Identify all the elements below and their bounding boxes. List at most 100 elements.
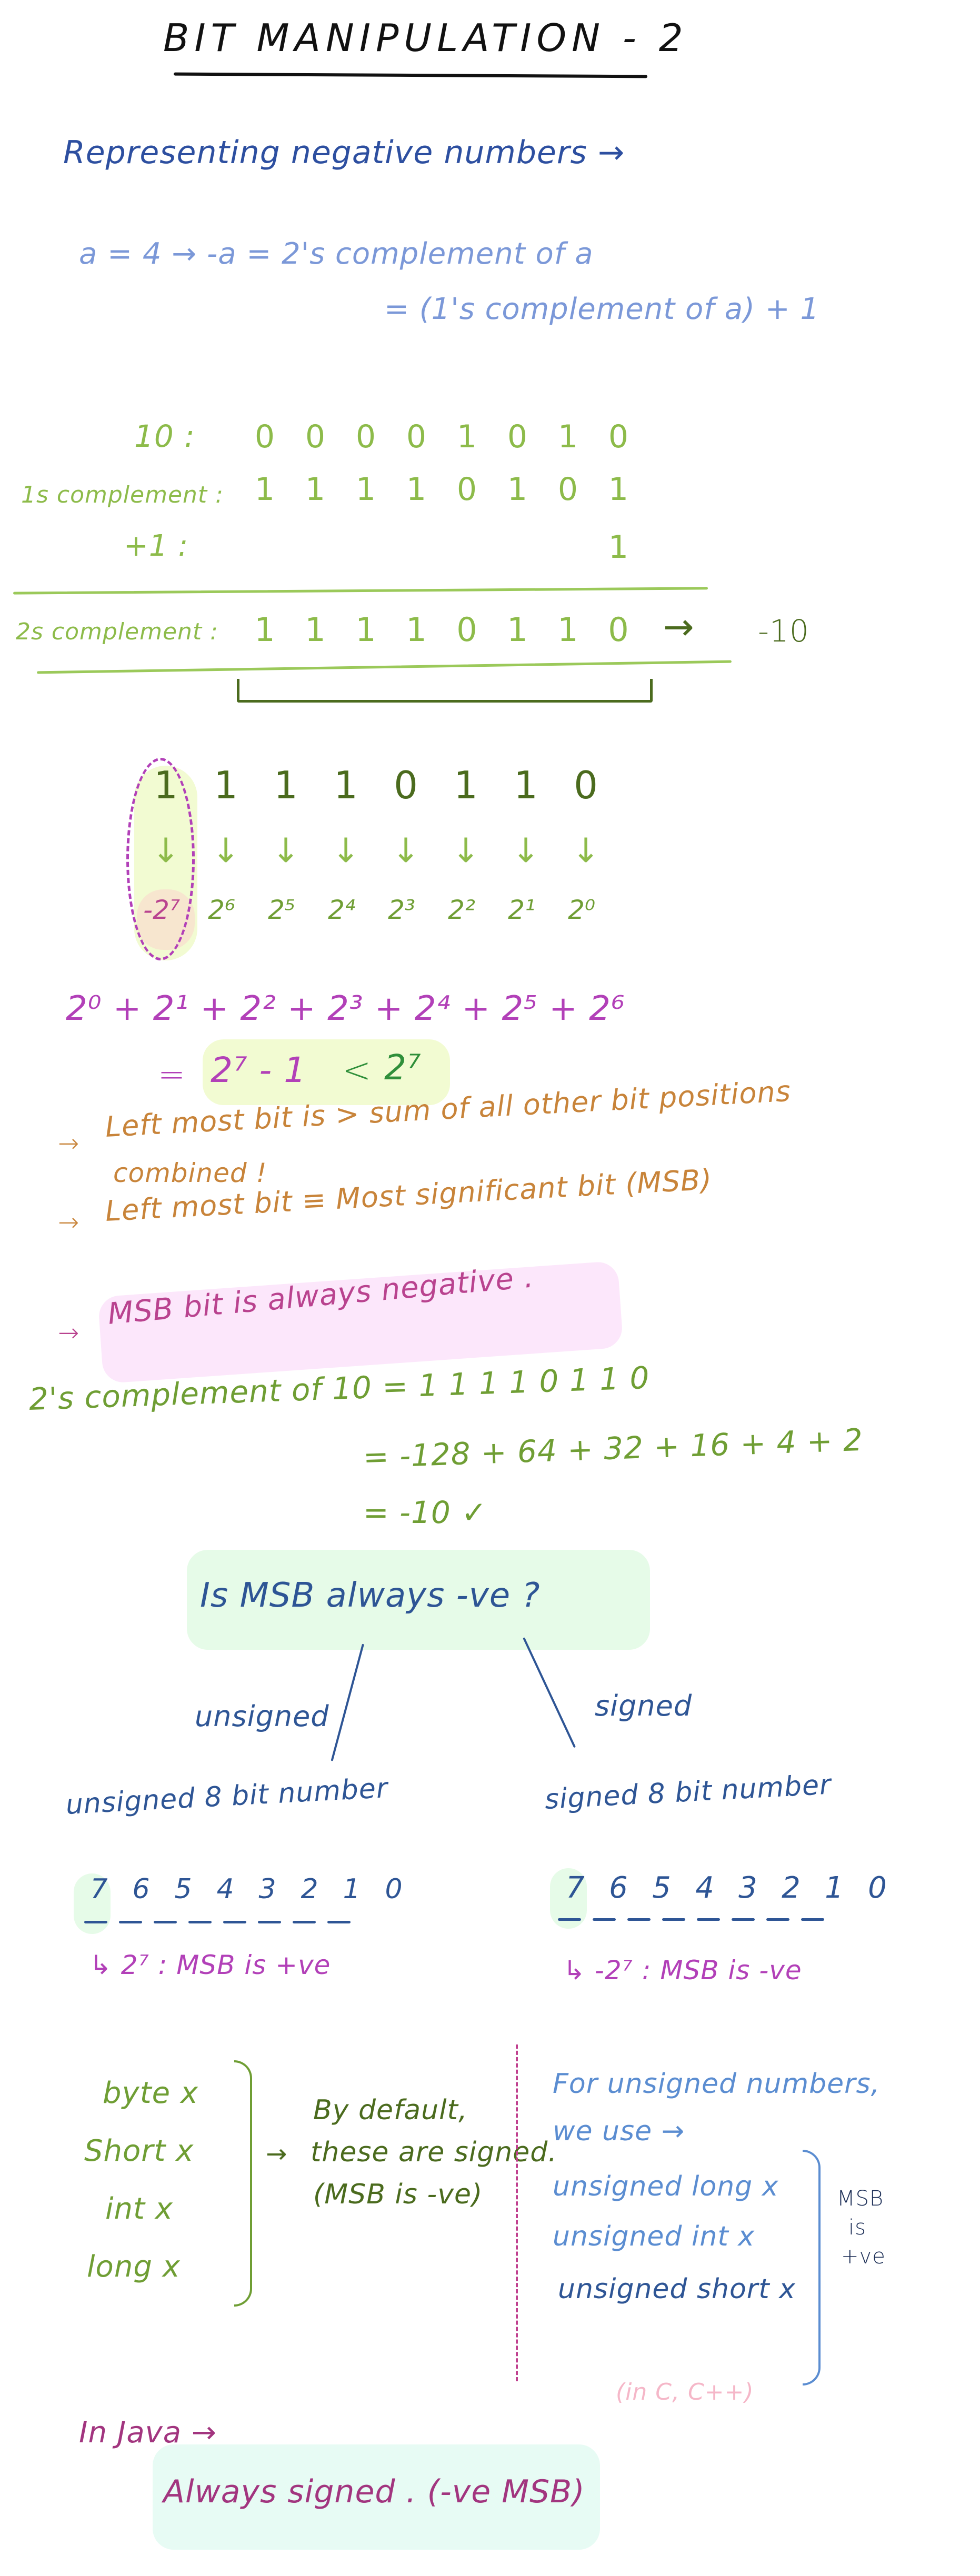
types-desc-2: these are signed.: [311, 2137, 557, 2168]
bit: 1: [608, 529, 629, 566]
type-long: long x: [87, 2250, 181, 2284]
bit: [492, 529, 543, 566]
types-arrow-icon: →: [266, 2139, 287, 2169]
bit: 0: [394, 763, 418, 807]
down-arrow-icon: ↓: [332, 831, 360, 870]
weight: 2³: [388, 895, 415, 925]
position: 1: [825, 1871, 844, 1905]
position: 1: [343, 1873, 361, 1905]
bit: 1: [406, 610, 427, 649]
bit: 0: [456, 471, 477, 508]
weight: 2²: [448, 895, 475, 925]
side-note-1: MSB: [837, 2187, 884, 2211]
type-byte: byte x: [103, 2076, 199, 2110]
bit: 0: [608, 610, 629, 649]
note-arrow-icon: →: [58, 1129, 80, 1158]
sum-line-top: [13, 587, 708, 595]
types-desc-3: (MSB is -ve): [313, 2179, 483, 2210]
row-label-plus-one: +1 :: [124, 529, 189, 563]
bit: 1: [355, 610, 376, 649]
position: 2: [782, 1871, 801, 1905]
bit: 1: [557, 610, 578, 649]
unsigned-heading: unsigned 8 bit number: [65, 1772, 389, 1821]
sum-expression: 2⁰ + 2¹ + 2² + 2³ + 2⁴ + 2⁵ + 2⁶: [66, 989, 625, 1028]
weight: 2⁶: [208, 895, 235, 925]
weight-arrows-row: ↓ ↓ ↓ ↓ ↓ ↓ ↓ ↓: [136, 831, 616, 870]
sum-equals: =: [158, 1055, 186, 1094]
unsigned-intro-2: we use →: [553, 2116, 685, 2147]
weight: 2⁵: [268, 895, 295, 925]
bits-row-2s-complement: 1 1 1 1 0 1 1 0: [239, 610, 644, 649]
verify-line-2: = -128 + 64 + 32 + 16 + 4 + 2: [362, 1421, 864, 1475]
types-desc-1: By default,: [313, 2094, 468, 2126]
result-arrow-icon: →: [663, 605, 694, 648]
bit: 1: [608, 471, 629, 508]
section-divider: [516, 2044, 518, 2381]
note-arrow-icon: →: [58, 1208, 80, 1237]
bit: 1: [305, 471, 326, 508]
bit: 1: [454, 763, 478, 807]
lang-note: (in C, C++): [616, 2379, 754, 2405]
position: 6: [132, 1873, 150, 1905]
weights-row: -2⁷ 2⁶ 2⁵ 2⁴ 2³ 2² 2¹ 2⁰: [132, 895, 612, 925]
weight: 2⁰: [568, 895, 595, 925]
branch-unsigned: unsigned: [195, 1700, 329, 1733]
unsigned-positions: 7 6 5 4 3 2 1 0: [78, 1873, 415, 1905]
position: 6: [609, 1871, 628, 1905]
page-title: BIT MANIPULATION - 2: [163, 16, 688, 60]
position: 0: [385, 1873, 403, 1905]
bit: [391, 529, 442, 566]
row-label-10: 10 :: [134, 418, 195, 454]
bit: [341, 529, 391, 566]
position: 5: [652, 1871, 671, 1905]
bit: 0: [305, 418, 326, 455]
signed-heading: signed 8 bit number: [544, 1769, 832, 1816]
down-arrow-icon: ↓: [512, 831, 540, 870]
side-note-2: is: [848, 2216, 866, 2240]
bit: 1: [507, 471, 528, 508]
bit: 1: [456, 418, 477, 455]
down-arrow-icon: ↓: [152, 831, 180, 870]
position: 0: [868, 1871, 887, 1905]
branch-signed: signed: [595, 1689, 693, 1722]
weight: 2⁴: [328, 895, 355, 925]
position: 2: [301, 1873, 318, 1905]
bit: 0: [608, 418, 629, 455]
signed-note: ↳ -2⁷ : MSB is -ve: [563, 1955, 802, 1986]
bit: 1: [514, 763, 538, 807]
unsigned-bit-slots: [84, 1921, 362, 1923]
down-arrow-icon: ↓: [452, 831, 480, 870]
less-than: <: [342, 1050, 372, 1090]
unsigned-type-long: unsigned long x: [553, 2171, 779, 2202]
position: 3: [258, 1873, 276, 1905]
row-label-1s-complement: 1s complement :: [21, 482, 224, 508]
bits-row-10: 0 0 0 0 1 0 1 0: [239, 418, 644, 455]
row-label-2s-complement: 2s complement :: [16, 618, 218, 645]
down-arrow-icon: ↓: [212, 831, 240, 870]
position: 4: [695, 1871, 714, 1905]
result-value: -10: [758, 613, 809, 649]
bit: 1: [406, 471, 427, 508]
question-text: Is MSB always -ve ?: [200, 1576, 541, 1615]
bit: [543, 529, 593, 566]
bits-row-plus-one: 1: [239, 529, 644, 566]
position: 3: [738, 1871, 757, 1905]
bit: [442, 529, 492, 566]
unsigned-type-int: unsigned int x: [553, 2221, 755, 2252]
side-note-3: +ve: [841, 2244, 886, 2269]
sum-result: 2⁷ - 1: [211, 1050, 307, 1090]
bit: 0: [557, 471, 578, 508]
signed-positions: 7 6 5 4 3 2 1 0: [554, 1871, 899, 1905]
position: 7: [566, 1871, 585, 1905]
bit: [239, 529, 290, 566]
section-heading: Representing negative numbers →: [63, 134, 625, 171]
grouping-bracket: [237, 679, 653, 703]
bit: 0: [507, 418, 528, 455]
bit: 1: [214, 763, 238, 807]
bit: 1: [254, 610, 275, 649]
position: 4: [216, 1873, 234, 1905]
weight-bits-row: 1 1 1 1 0 1 1 0: [136, 763, 616, 807]
bits-row-1s-complement: 1 1 1 1 0 1 0 1: [239, 471, 644, 508]
java-highlight-text: Always signed . (-ve MSB): [163, 2473, 585, 2510]
down-arrow-icon: ↓: [272, 831, 300, 870]
